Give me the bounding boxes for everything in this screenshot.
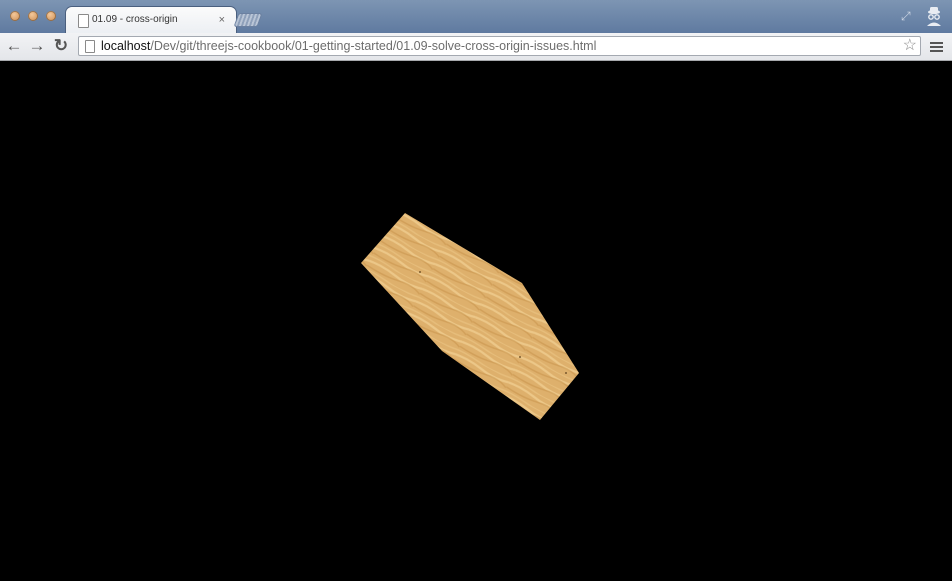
tab-strip: 01.09 - cross-origin × ⤢: [0, 0, 952, 34]
texture-knot: [519, 356, 521, 358]
fullscreen-icon[interactable]: ⤢: [901, 9, 911, 24]
reload-button[interactable]: ↻: [52, 37, 70, 55]
rendered-scene: [361, 213, 579, 420]
bookmark-star-icon[interactable]: ☆: [903, 37, 917, 55]
url-host: localhost: [101, 39, 151, 53]
url-text: localhost/Dev/git/threejs-cookbook/01-ge…: [101, 39, 596, 54]
tab-close-icon[interactable]: ×: [219, 13, 225, 27]
texture-knot: [419, 271, 421, 273]
browser-window: 01.09 - cross-origin × ⤢ ← → ↻ localhost…: [0, 0, 952, 581]
texture-knot: [565, 372, 567, 374]
url-path: /Dev/git/threejs-cookbook/01-getting-sta…: [150, 39, 597, 53]
page-icon: [85, 40, 95, 53]
new-tab-button[interactable]: [234, 14, 262, 26]
browser-toolbar: ← → ↻ localhost/Dev/git/threejs-cookbook…: [0, 33, 952, 61]
tab-title: 01.09 - cross-origin: [92, 14, 178, 25]
forward-button[interactable]: →: [28, 37, 46, 55]
textured-plane: [361, 213, 579, 420]
address-bar[interactable]: localhost/Dev/git/threejs-cookbook/01-ge…: [78, 36, 921, 56]
window-minimize-button[interactable]: [28, 11, 38, 21]
back-button[interactable]: ←: [5, 37, 23, 55]
window-zoom-button[interactable]: [46, 11, 56, 21]
webgl-canvas[interactable]: [0, 61, 952, 581]
tab-active[interactable]: 01.09 - cross-origin ×: [66, 7, 236, 34]
incognito-icon: [927, 7, 941, 26]
page-icon: [78, 14, 89, 28]
hamburger-menu-icon[interactable]: [930, 42, 943, 52]
window-close-button[interactable]: [10, 11, 20, 21]
